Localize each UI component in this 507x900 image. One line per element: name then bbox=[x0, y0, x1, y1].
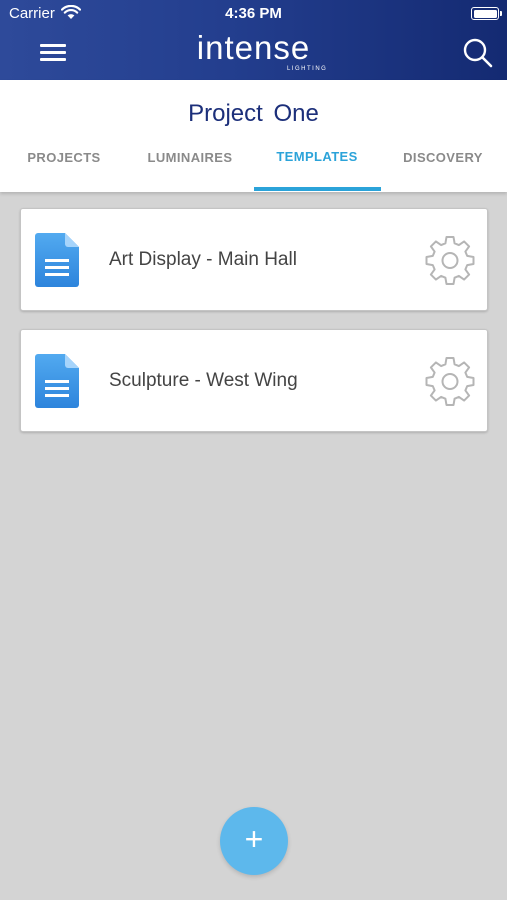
app-logo: intense LIGHTING bbox=[0, 29, 507, 73]
document-icon bbox=[35, 233, 79, 287]
logo-text: intense bbox=[196, 29, 311, 66]
tab-templates[interactable]: TEMPLATES bbox=[254, 149, 380, 164]
template-name: Sculpture - West Wing bbox=[109, 370, 298, 391]
status-bar: Carrier 4:36 PM bbox=[0, 0, 507, 28]
battery-icon bbox=[471, 7, 502, 20]
document-icon bbox=[35, 354, 79, 408]
template-card[interactable]: Sculpture - West Wing bbox=[20, 329, 488, 432]
page-title: Project One bbox=[188, 100, 319, 127]
tab-projects[interactable]: PROJECTS bbox=[1, 150, 127, 165]
tab-discovery[interactable]: DISCOVERY bbox=[380, 150, 506, 165]
add-icon: + bbox=[244, 821, 264, 857]
gear-icon bbox=[425, 357, 475, 406]
status-time: 4:36 PM bbox=[225, 5, 282, 22]
add-template-button[interactable]: + bbox=[220, 807, 288, 875]
template-settings-button[interactable] bbox=[425, 356, 475, 406]
logo-subtext: LIGHTING bbox=[287, 66, 328, 72]
template-name: Art Display - Main Hall bbox=[109, 249, 297, 270]
active-tab-indicator bbox=[254, 187, 381, 191]
tab-bar: PROJECTS LUMINAIRES TEMPLATES DISCOVERY bbox=[0, 140, 507, 192]
project-header: Project One PROJECTS LUMINAIRES TEMPLATE… bbox=[0, 80, 507, 192]
search-icon bbox=[463, 38, 493, 68]
template-settings-button[interactable] bbox=[425, 235, 475, 285]
template-card[interactable]: Art Display - Main Hall bbox=[20, 208, 488, 311]
tab-luminaires[interactable]: LUMINAIRES bbox=[127, 150, 253, 165]
search-button[interactable] bbox=[462, 37, 494, 69]
gear-icon bbox=[425, 236, 475, 285]
app-bar: Carrier 4:36 PM intense LIGHTING bbox=[0, 0, 507, 80]
